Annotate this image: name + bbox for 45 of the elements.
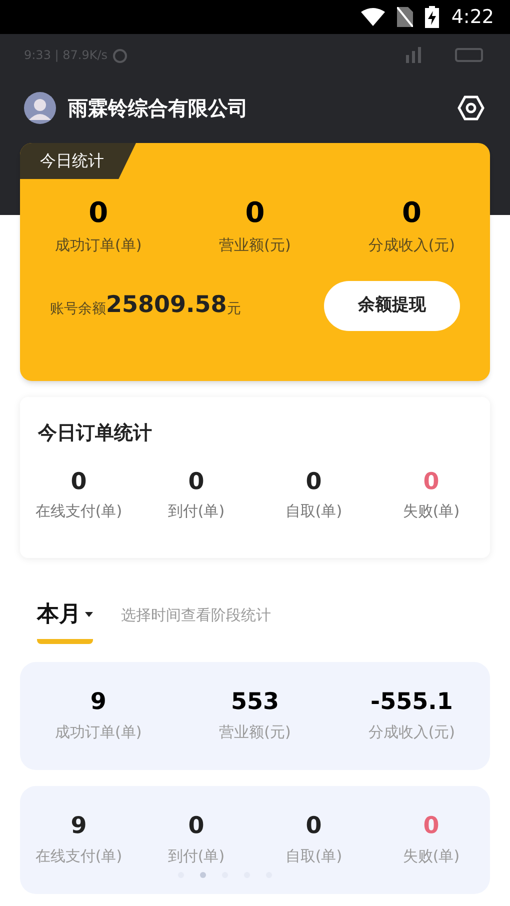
stat-label: 成功订单(单) bbox=[54, 235, 142, 256]
stat-label: 失败(单) bbox=[402, 846, 460, 868]
stat-label: 分成收入(元) bbox=[368, 722, 456, 744]
stat-value: 0 bbox=[423, 812, 440, 842]
stat-value: 9 bbox=[90, 688, 106, 718]
period-tab[interactable]: 本月 bbox=[37, 598, 93, 644]
period-hint: 选择时间查看阶段统计 bbox=[121, 604, 271, 626]
stat-label: 在线支付(单) bbox=[35, 846, 122, 868]
stat-value: 0 bbox=[70, 468, 87, 496]
balance-unit: 元 bbox=[226, 300, 241, 319]
avatar bbox=[24, 92, 56, 124]
dropdown-caret-icon bbox=[85, 612, 93, 617]
stat-label: 失败(单) bbox=[402, 501, 460, 522]
stat-label: 自取(单) bbox=[285, 501, 342, 522]
stat-label: 到付(单) bbox=[168, 501, 225, 522]
today-badge: 今日统计 bbox=[20, 143, 136, 179]
stat-label: 到付(单) bbox=[168, 846, 225, 868]
stat-label: 在线支付(单) bbox=[35, 501, 122, 522]
stat-value: 0 bbox=[306, 812, 322, 842]
no-sim-icon bbox=[397, 7, 414, 27]
settings-button[interactable] bbox=[456, 93, 486, 123]
settings-icon bbox=[457, 94, 485, 122]
stat-value: 9 bbox=[70, 812, 87, 842]
stat-label: 营业额(元) bbox=[219, 235, 291, 256]
company-name: 雨霖铃综合有限公司 bbox=[68, 95, 249, 122]
clock: 4:22 bbox=[451, 4, 494, 30]
battery-charging-icon bbox=[425, 6, 440, 28]
balance-amount: 25809.58 bbox=[106, 291, 227, 320]
stat-value: 0 bbox=[188, 812, 204, 842]
withdraw-button[interactable]: 余额提现 bbox=[324, 280, 460, 330]
stat-value: 0 bbox=[423, 468, 440, 496]
balance-label: 账号余额 bbox=[50, 300, 106, 319]
wifi-icon bbox=[361, 8, 386, 26]
stat-value: 0 bbox=[188, 468, 204, 496]
stat-value: -555.1 bbox=[370, 688, 453, 718]
stat-label: 营业额(元) bbox=[219, 722, 291, 744]
stat-value: 0 bbox=[88, 195, 108, 230]
stat-label: 分成收入(元) bbox=[368, 235, 456, 256]
stat-value: 0 bbox=[245, 195, 265, 230]
stat-value: 0 bbox=[402, 195, 422, 230]
stat-label: 成功订单(单) bbox=[54, 722, 142, 744]
stat-value: 553 bbox=[231, 688, 280, 718]
card-title: 今日订单统计 bbox=[36, 421, 153, 446]
stat-label: 自取(单) bbox=[285, 846, 342, 868]
stat-value: 0 bbox=[306, 468, 322, 496]
